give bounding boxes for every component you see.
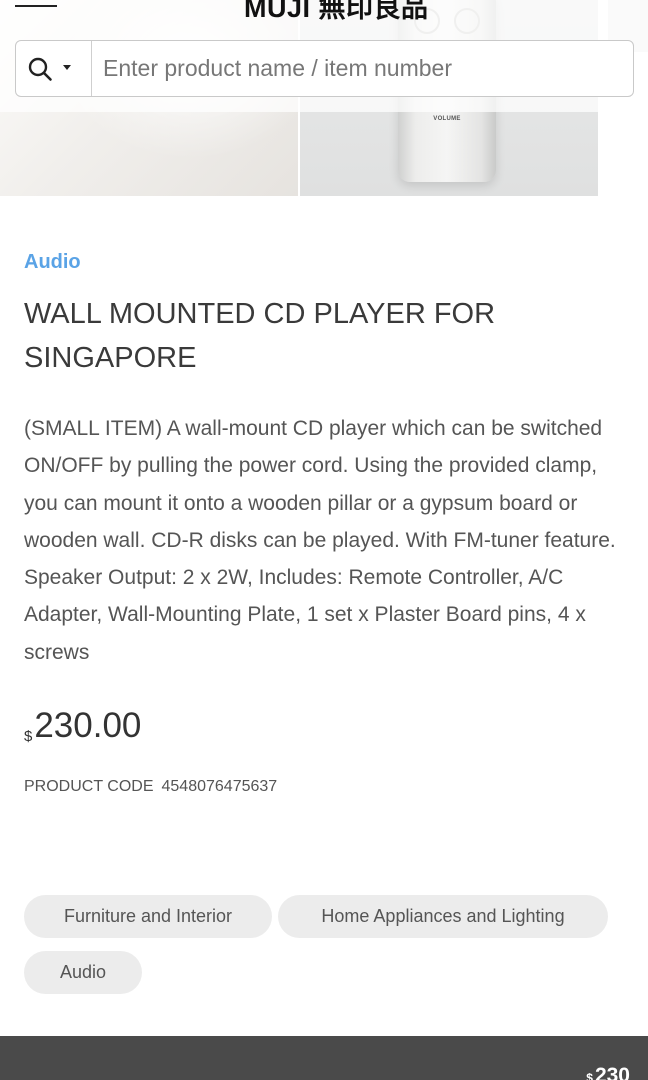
product-price: $230.00: [24, 706, 141, 746]
tag-chip-audio[interactable]: Audio: [24, 951, 142, 994]
price-amount: 230.00: [34, 706, 142, 745]
search-input[interactable]: [93, 41, 633, 96]
product-title: WALL MOUNTED CD PLAYER FOR SINGAPORE: [24, 298, 496, 374]
search-scope-dropdown[interactable]: [16, 41, 92, 96]
device-volume-label: VOLUME: [433, 116, 461, 122]
bottom-purchase-bar: $230: [0, 1036, 648, 1080]
product-code-label: PRODUCT CODE: [24, 778, 154, 795]
price-currency: $: [24, 728, 33, 745]
bottom-bar-price: $230: [586, 1064, 630, 1080]
caret-down-icon: [63, 65, 71, 70]
bottom-price-currency: $: [586, 1071, 593, 1080]
site-header: MUJI 無印良品: [0, 0, 648, 112]
tag-chip-furniture[interactable]: Furniture and Interior: [24, 895, 272, 938]
hamburger-menu-icon[interactable]: [15, 0, 57, 12]
tag-chip-home-appliances[interactable]: Home Appliances and Lighting: [278, 895, 608, 938]
search-bar: [15, 40, 634, 97]
product-code: PRODUCT CODE 4548076475637: [24, 778, 277, 796]
site-logo[interactable]: MUJI 無印良品: [244, 0, 429, 23]
product-category-link[interactable]: Audio: [24, 251, 81, 274]
bottom-price-amount: 230: [594, 1064, 630, 1080]
search-icon: [28, 57, 52, 81]
product-code-value: 4548076475637: [161, 778, 278, 795]
product-description: (SMALL ITEM) A wall-mount CD player whic…: [24, 417, 616, 664]
